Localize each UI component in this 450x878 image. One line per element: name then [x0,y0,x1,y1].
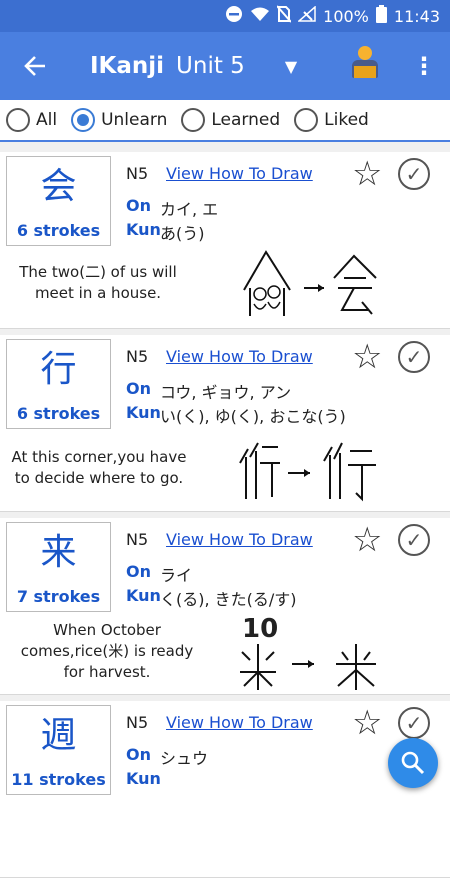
kun-label: Kun [126,769,161,788]
on-reading: コウ, ギョウ, アン [160,383,292,402]
battery-percent: 100% [323,6,369,26]
on-label: On [126,379,151,398]
view-how-to-draw-link[interactable]: View How To Draw [166,347,313,366]
mnemonic-illustration [243,250,377,316]
do-not-disturb-icon [225,5,243,27]
wifi-icon [250,6,270,26]
kanji-card[interactable]: 週 11 strokes N5 View How To Draw ☆ ✓ On … [0,701,450,878]
star-icon[interactable]: ☆ [352,522,382,558]
jlpt-level: N5 [126,164,149,183]
mnemonic-illustration [239,442,376,502]
search-button[interactable] [388,738,438,788]
kanji-card[interactable]: 会 6 strokes N5 View How To Draw ☆ ✓ On カ… [0,152,450,329]
unit-selector[interactable]: Unit 5 [176,53,245,79]
check-icon[interactable]: ✓ [398,524,430,556]
kanji-box[interactable]: 週 11 strokes [6,705,111,795]
filter-unlearn[interactable]: Unlearn [71,108,167,132]
mnemonic-text: When October comes,rice(米) is ready for … [20,621,194,681]
kanji-card[interactable]: 行 6 strokes N5 View How To Draw ☆ ✓ On コ… [0,335,450,512]
check-icon[interactable]: ✓ [398,707,430,739]
stroke-count: 7 strokes [16,587,101,606]
stroke-count: 6 strokes [16,404,101,423]
kanji-character: 会 [40,166,77,207]
kanji-character: 行 [40,349,77,390]
filter-learned[interactable]: Learned [181,108,280,132]
view-how-to-draw-link[interactable]: View How To Draw [166,530,313,549]
kanji-card[interactable]: 来 7 strokes N5 View How To Draw ☆ ✓ On ラ… [0,518,450,695]
kanji-box[interactable]: 行 6 strokes [6,339,111,429]
radio-unlearn[interactable] [71,108,96,132]
check-icon[interactable]: ✓ [398,158,430,190]
kun-reading: い(く), ゆ(く), おこな(う) [160,407,346,426]
on-reading: カイ, エ [160,200,219,219]
status-bar: 100% 11:43 [0,0,450,32]
radio-liked[interactable] [294,108,319,132]
signal-icon [297,5,316,26]
search-icon [401,751,425,775]
mnemonic-illustration [240,644,376,690]
kun-label: Kun [126,586,161,605]
star-icon[interactable]: ☆ [352,156,382,192]
on-reading: シュウ [160,749,209,768]
kanji-box[interactable]: 来 7 strokes [6,522,111,612]
on-label: On [126,562,151,581]
jlpt-level: N5 [126,347,149,366]
star-icon[interactable]: ☆ [352,339,382,375]
kanji-character: 来 [40,532,77,573]
jlpt-level: N5 [126,713,149,732]
view-how-to-draw-link[interactable]: View How To Draw [166,164,313,183]
filter-liked[interactable]: Liked [294,108,369,132]
star-icon[interactable]: ☆ [352,705,382,741]
stroke-count: 11 strokes [11,770,106,789]
no-sim-icon [276,5,292,27]
view-how-to-draw-link[interactable]: View How To Draw [166,713,313,732]
kun-reading: く(る), きた(る/す) [160,590,297,609]
on-label: On [126,196,151,215]
filter-bar: All Unlearn Learned Liked [0,100,450,142]
app-title: IKanji [90,53,165,79]
filter-all[interactable]: All [6,108,57,132]
kun-label: Kun [126,220,161,239]
kanji-box[interactable]: 会 6 strokes [6,156,111,246]
on-label: On [126,745,151,764]
back-arrow-icon[interactable] [0,48,70,85]
learner-avatar-icon[interactable] [352,46,378,82]
kun-reading: あ(う) [160,224,205,243]
jlpt-level: N5 [126,530,149,549]
mnemonic-text: The two(二) of us will meet in a house. [19,263,177,302]
app-bar: IKanji Unit 5 ▼ ⋮ [0,32,450,100]
radio-all[interactable] [6,108,30,132]
clock: 11:43 [393,6,440,26]
dropdown-arrow-icon[interactable]: ▼ [285,57,297,76]
radio-learned[interactable] [181,108,206,132]
more-options-icon[interactable]: ⋮ [412,52,436,80]
check-icon[interactable]: ✓ [398,341,430,373]
stroke-count: 6 strokes [16,221,101,240]
kanji-character: 週 [40,715,77,756]
battery-icon [375,5,387,27]
kun-label: Kun [126,403,161,422]
illustration-number: 10 [242,614,279,644]
mnemonic-text: At this corner,you have to decide where … [11,448,187,487]
on-reading: ライ [160,566,193,585]
